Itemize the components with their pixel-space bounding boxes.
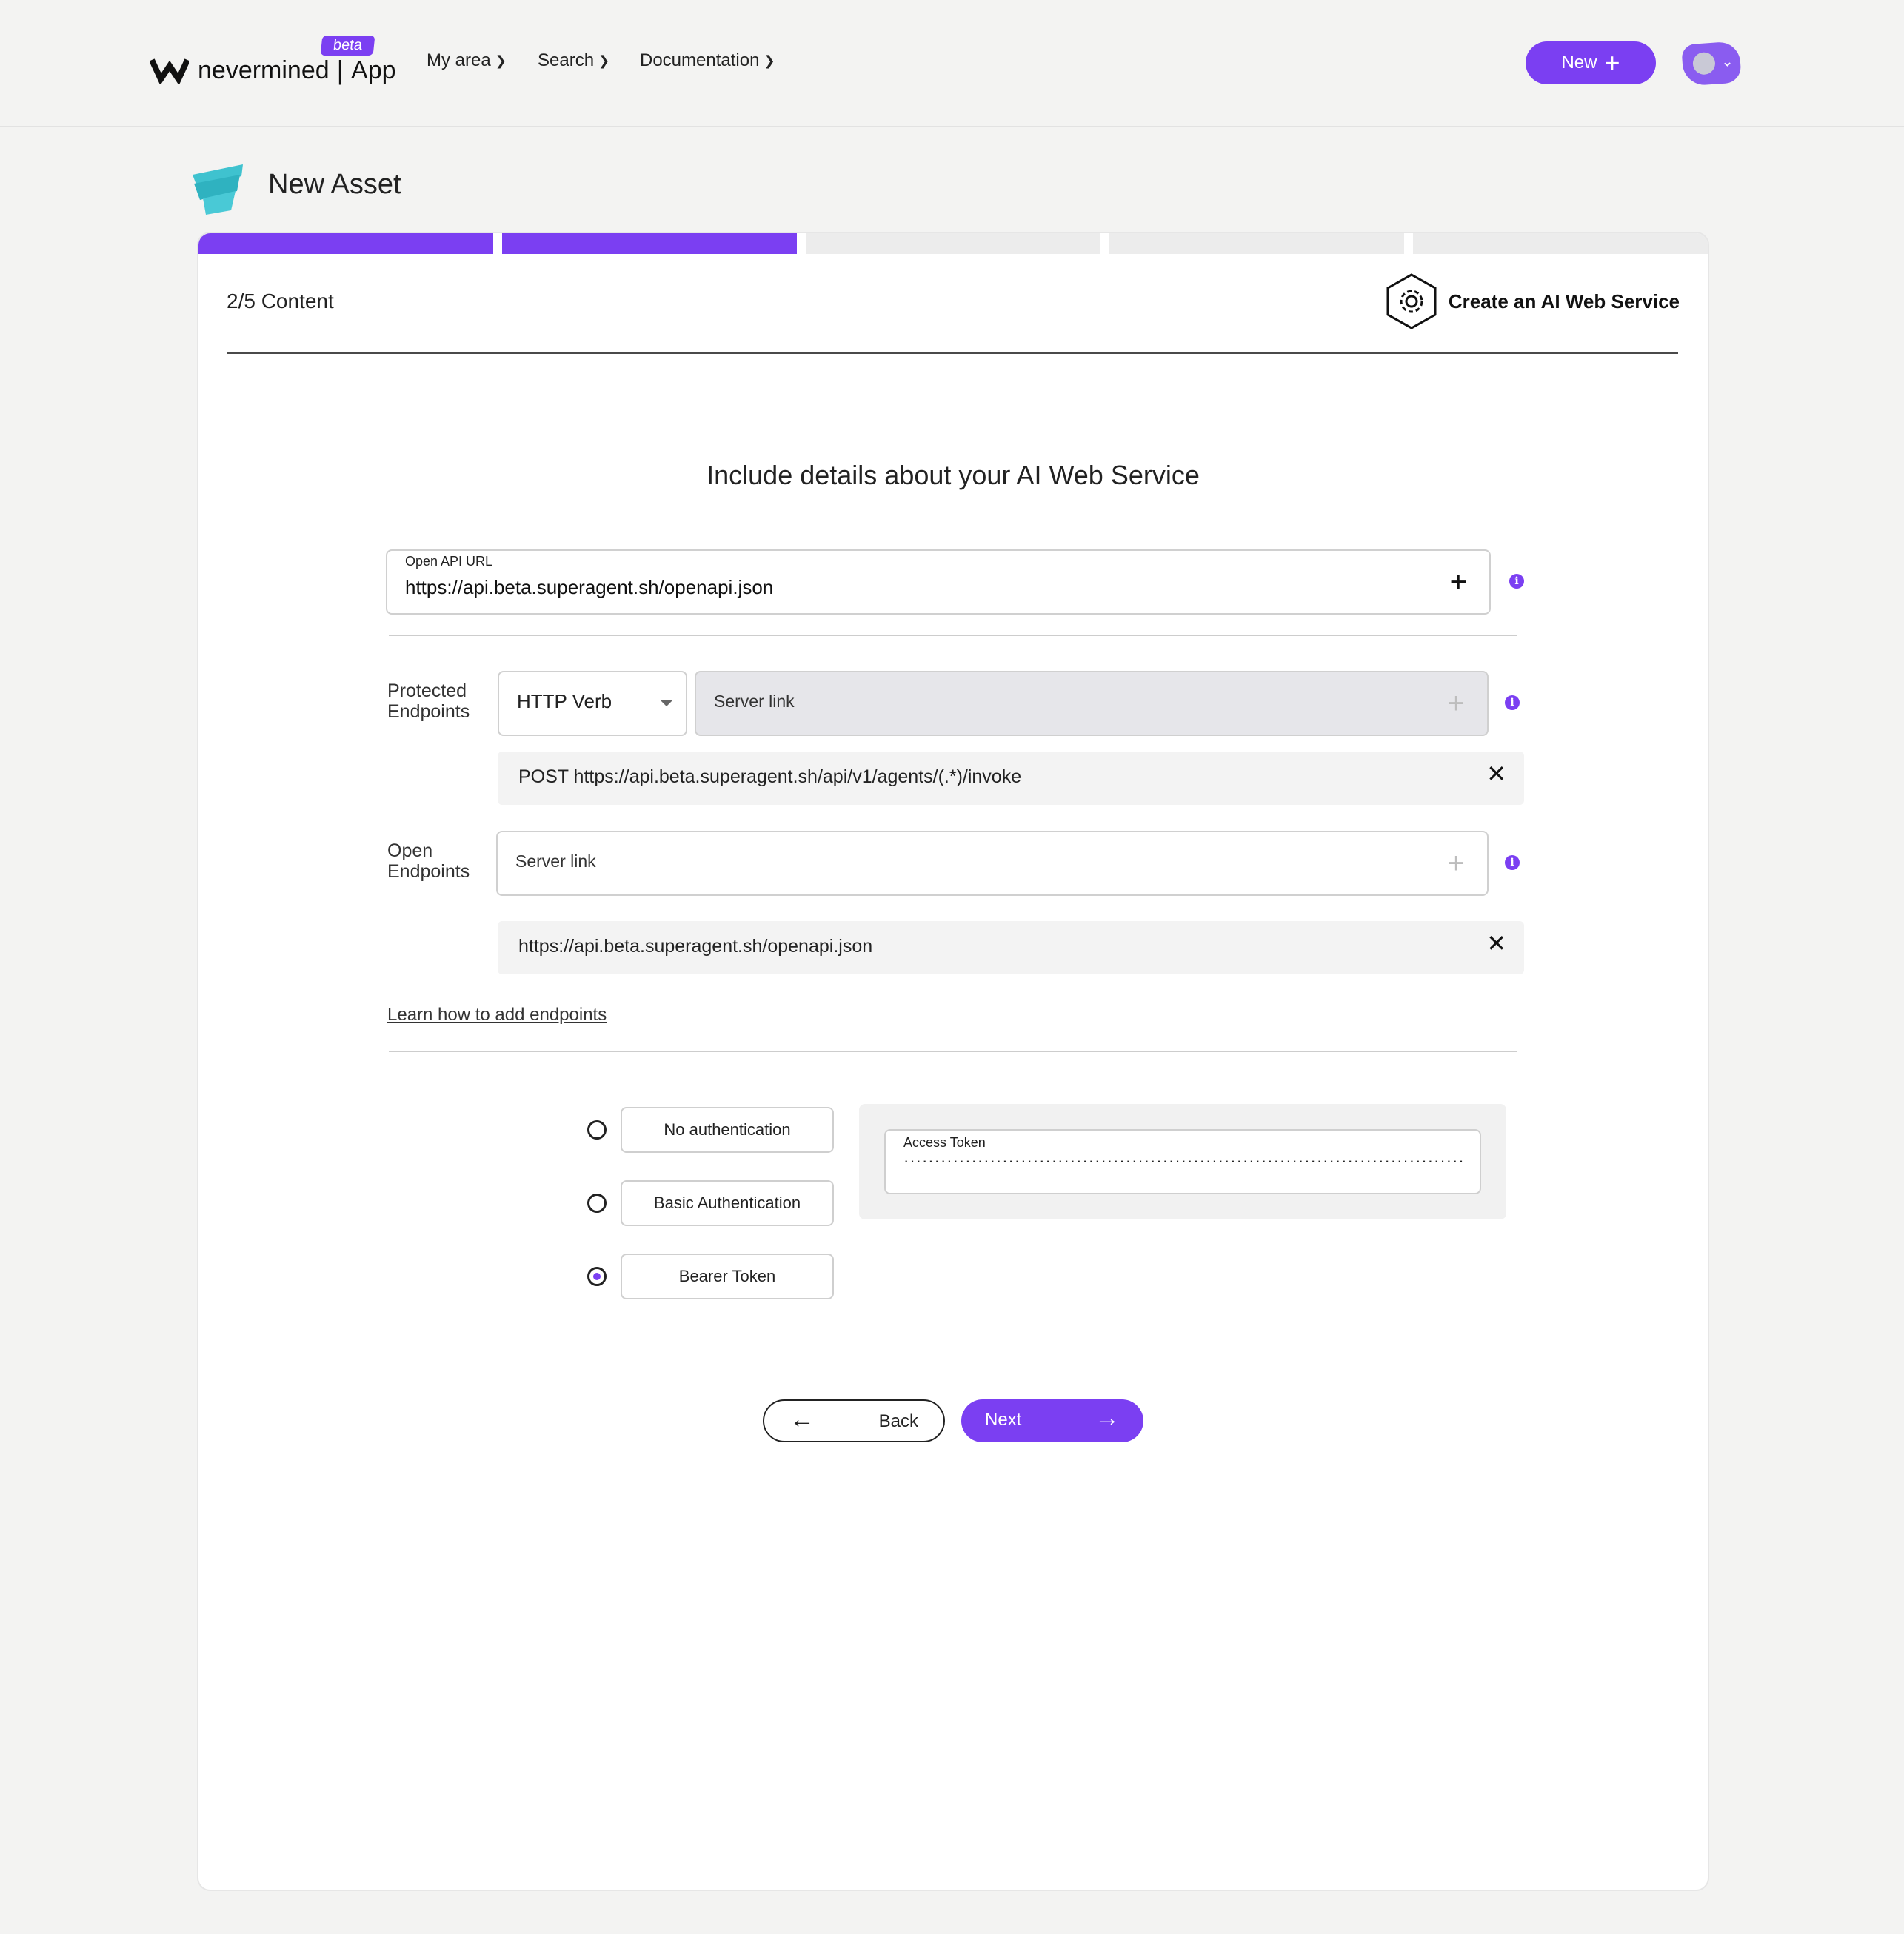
gear-hexagon-icon bbox=[1386, 273, 1437, 329]
arrow-left-icon: ← bbox=[789, 1405, 815, 1433]
nav-my-area-label: My area bbox=[427, 50, 491, 70]
next-button[interactable]: Next → bbox=[961, 1399, 1143, 1442]
open-endpoint-chip: https://api.beta.superagent.sh/openapi.j… bbox=[498, 921, 1524, 974]
avatar-icon bbox=[1691, 51, 1716, 76]
arrow-right-icon: → bbox=[1095, 1404, 1120, 1432]
server-link-placeholder: Server link bbox=[515, 851, 596, 871]
divider bbox=[389, 635, 1517, 636]
open-endpoints-label: Open Endpoints bbox=[387, 840, 470, 882]
caret-down-icon bbox=[661, 700, 672, 706]
progress-step-4 bbox=[1109, 233, 1404, 254]
protected-server-link-input[interactable]: Server link + bbox=[695, 671, 1489, 736]
nav-documentation-label: Documentation bbox=[640, 50, 760, 70]
logo-wordmark: nevermined bbox=[198, 56, 330, 84]
progress-step-5 bbox=[1413, 233, 1708, 254]
openapi-url-value: https://api.beta.superagent.sh/openapi.j… bbox=[405, 576, 774, 598]
server-link-placeholder: Server link bbox=[714, 692, 795, 711]
section-title: Include details about your AI Web Servic… bbox=[707, 460, 1200, 490]
chevron-down-icon: ❯ bbox=[764, 53, 775, 68]
add-endpoint-plus-icon[interactable]: + bbox=[1448, 849, 1465, 878]
basic-authentication-option[interactable]: Basic Authentication bbox=[621, 1180, 834, 1226]
nav-search[interactable]: Search ❯ bbox=[538, 50, 609, 71]
openapi-url-label: Open API URL bbox=[405, 554, 493, 569]
wizard-card: 2/5 Content Create an AI Web Service Inc… bbox=[197, 232, 1709, 1891]
divider bbox=[389, 1051, 1517, 1052]
new-button-label: New bbox=[1561, 53, 1597, 73]
add-openapi-plus-icon[interactable]: + bbox=[1450, 567, 1467, 597]
no-authentication-option[interactable]: No authentication bbox=[621, 1107, 834, 1153]
access-token-masked-value: ········································… bbox=[903, 1151, 1463, 1170]
info-icon[interactable]: i bbox=[1509, 574, 1524, 589]
chevron-down-icon: ⌄ bbox=[1720, 53, 1734, 71]
logo-separator: | bbox=[336, 55, 344, 85]
asset-type: Create an AI Web Service bbox=[1383, 272, 1680, 331]
add-endpoint-plus-icon[interactable]: + bbox=[1448, 689, 1465, 718]
protected-endpoint-chip: POST https://api.beta.superagent.sh/api/… bbox=[498, 752, 1524, 805]
close-icon[interactable]: ✕ bbox=[1486, 762, 1506, 786]
protected-endpoint-text: POST https://api.beta.superagent.sh/api/… bbox=[518, 766, 1022, 787]
logo-app-label: App bbox=[351, 56, 396, 84]
http-verb-value: HTTP Verb bbox=[517, 690, 612, 712]
info-icon[interactable]: i bbox=[1505, 855, 1520, 870]
progress-step-3 bbox=[806, 233, 1100, 254]
protected-endpoints-label: Protected Endpoints bbox=[387, 680, 470, 722]
access-token-panel: Access Token ···························… bbox=[859, 1104, 1506, 1219]
new-asset-icon bbox=[193, 164, 243, 215]
back-button[interactable]: ← Back bbox=[763, 1399, 945, 1442]
open-server-link-input[interactable]: Server link + bbox=[496, 831, 1489, 896]
bearer-token-option[interactable]: Bearer Token bbox=[621, 1254, 834, 1299]
chevron-down-icon: ❯ bbox=[598, 53, 610, 68]
top-header: nevermined | App beta My area ❯ Search ❯… bbox=[0, 0, 1904, 127]
nav-documentation[interactable]: Documentation ❯ bbox=[640, 50, 775, 71]
step-label: 2/5 Content bbox=[227, 290, 334, 312]
header-divider bbox=[227, 352, 1678, 354]
user-avatar-menu[interactable]: ⌄ bbox=[1681, 41, 1742, 87]
http-verb-select[interactable]: HTTP Verb bbox=[498, 671, 687, 736]
radio-basic-authentication[interactable] bbox=[587, 1194, 607, 1213]
progress-step-2 bbox=[502, 233, 797, 254]
back-button-label: Back bbox=[878, 1411, 918, 1431]
access-token-label: Access Token bbox=[903, 1135, 986, 1150]
wizard-progress-bar bbox=[198, 233, 1708, 254]
nevermined-logo[interactable]: nevermined | App bbox=[150, 52, 396, 89]
plus-icon: + bbox=[1604, 47, 1620, 78]
nevermined-logo-icon bbox=[150, 58, 189, 84]
radio-bearer-token[interactable] bbox=[587, 1267, 607, 1286]
progress-step-1 bbox=[198, 233, 493, 254]
radio-no-authentication[interactable] bbox=[587, 1120, 607, 1140]
page-title: New Asset bbox=[268, 169, 401, 200]
nav-search-label: Search bbox=[538, 50, 595, 70]
next-button-label: Next bbox=[985, 1410, 1022, 1430]
asset-type-label: Create an AI Web Service bbox=[1448, 290, 1680, 312]
nav-my-area[interactable]: My area ❯ bbox=[427, 50, 507, 71]
new-button[interactable]: New + bbox=[1526, 41, 1656, 84]
learn-endpoints-link[interactable]: Learn how to add endpoints bbox=[387, 1005, 607, 1025]
info-icon[interactable]: i bbox=[1505, 695, 1520, 710]
open-endpoint-text: https://api.beta.superagent.sh/openapi.j… bbox=[518, 936, 873, 957]
beta-badge: beta bbox=[320, 36, 375, 56]
close-icon[interactable]: ✕ bbox=[1486, 931, 1506, 955]
openapi-url-field[interactable]: Open API URL https://api.beta.superagent… bbox=[386, 549, 1491, 615]
access-token-input[interactable]: Access Token ···························… bbox=[884, 1129, 1481, 1194]
chevron-down-icon: ❯ bbox=[495, 53, 507, 68]
